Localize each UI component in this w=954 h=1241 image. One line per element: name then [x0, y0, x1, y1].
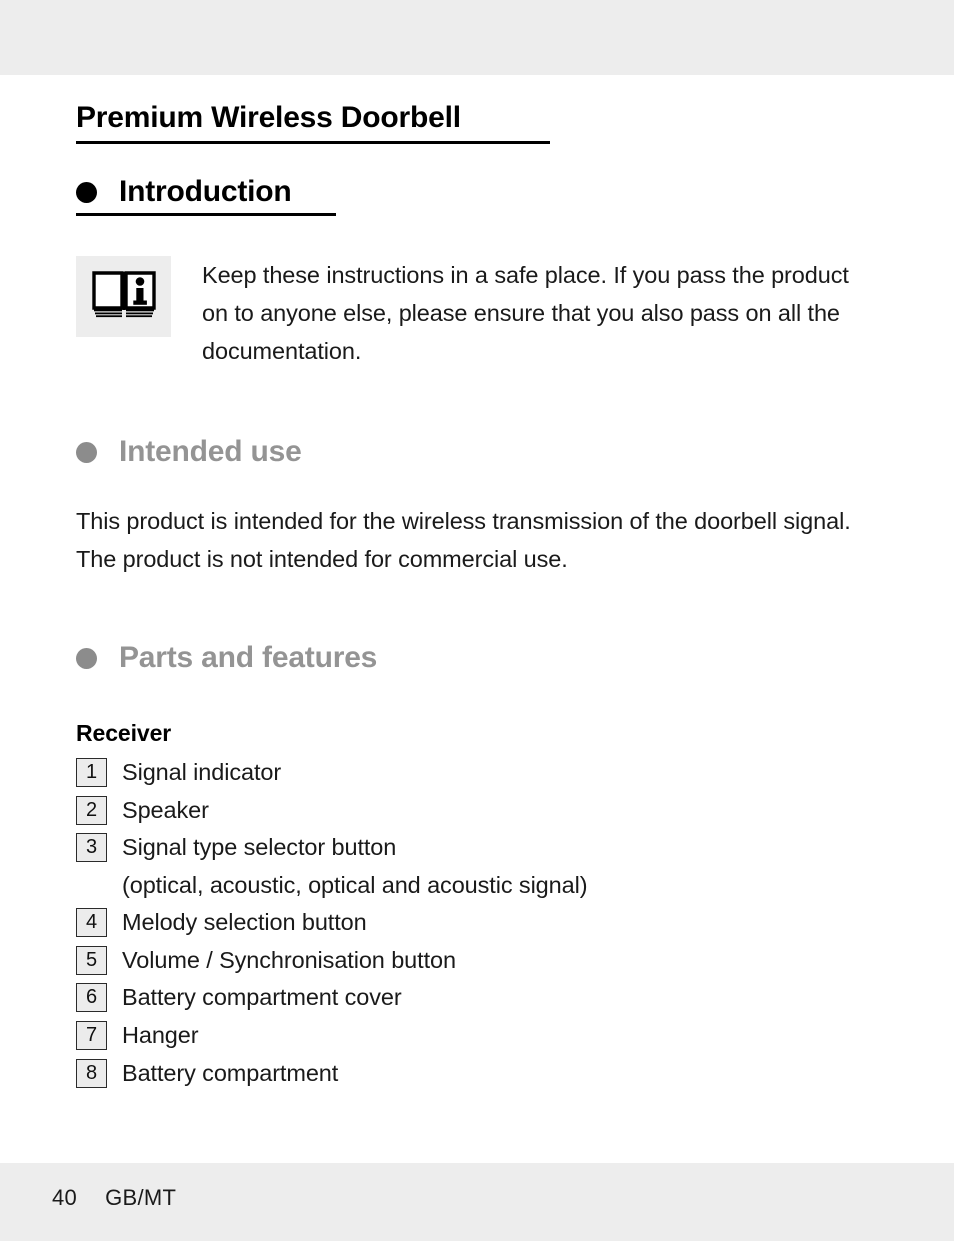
- list-item: 6 Battery compartment cover: [76, 979, 876, 1017]
- part-label: Signal type selector button: [122, 834, 397, 861]
- section-heading-intended-use: Intended use: [76, 434, 876, 470]
- page-title: Premium Wireless Doorbell: [76, 101, 461, 134]
- part-label: Signal indicator: [122, 758, 282, 785]
- intended-use-paragraph: This product is intended for the wireles…: [76, 507, 851, 572]
- part-label: Hanger: [122, 1022, 199, 1049]
- part-number-badge-empty: [76, 871, 107, 900]
- part-label: Battery compartment cover: [122, 984, 402, 1011]
- note-icon-container: [76, 255, 171, 337]
- part-number-badge: 6: [76, 983, 107, 1013]
- parts-list: 1 Signal indicator 2 Speaker 3 Signal ty…: [76, 754, 876, 1092]
- note-block: Keep these instructions in a safe place.…: [76, 255, 876, 370]
- page-top-band: [0, 0, 954, 75]
- list-item: 5 Volume / Synchronisation button: [76, 942, 876, 980]
- bullet-icon: [76, 442, 97, 464]
- page-footer: 40 GB/MT: [52, 1185, 176, 1211]
- list-item: 4 Melody selection button: [76, 904, 876, 942]
- list-item: 2 Speaker: [76, 792, 876, 830]
- page-content-area: Premium Wireless Doorbell Introduction K…: [0, 75, 954, 1163]
- list-item: 1 Signal indicator: [76, 754, 876, 792]
- introduction-underline-rule: [76, 212, 336, 216]
- part-number-badge: 4: [76, 908, 107, 938]
- part-label: Battery compartment: [122, 1059, 339, 1086]
- content-column: Premium Wireless Doorbell Introduction K…: [76, 75, 876, 1092]
- section-heading-parts-and-features: Parts and features: [76, 640, 876, 676]
- part-label: Speaker: [122, 796, 209, 823]
- part-label: Melody selection button: [122, 909, 367, 936]
- bullet-icon: [76, 648, 97, 670]
- part-number-badge: 3: [76, 833, 107, 863]
- footer-language-code: GB/MT: [105, 1185, 177, 1210]
- part-number-badge: 1: [76, 757, 107, 787]
- section-heading-introduction-label: Introduction: [119, 174, 292, 208]
- section-heading-parts-and-features-label: Parts and features: [119, 640, 378, 674]
- section-heading-introduction: Introduction: [76, 174, 876, 210]
- parts-subheading-receiver: Receiver: [76, 719, 172, 746]
- part-number-badge: 7: [76, 1021, 107, 1051]
- footer-page-number: 40: [52, 1185, 78, 1210]
- part-number-badge: 2: [76, 795, 107, 825]
- section-heading-intended-use-label: Intended use: [119, 434, 302, 468]
- list-item: 7 Hanger: [76, 1017, 876, 1055]
- bullet-icon: [76, 182, 97, 204]
- part-number-badge: 8: [76, 1058, 107, 1088]
- part-label: Volume / Synchronisation button: [122, 946, 456, 973]
- open-book-info-icon: [91, 269, 157, 324]
- part-label: (optical, acoustic, optical and acoustic…: [122, 871, 588, 898]
- list-item-continuation: (optical, acoustic, optical and acoustic…: [76, 867, 876, 905]
- title-underline-rule: [76, 140, 550, 144]
- list-item: 3 Signal type selector button: [76, 829, 876, 867]
- note-text: Keep these instructions in a safe place.…: [202, 261, 849, 364]
- list-item: 8 Battery compartment: [76, 1055, 876, 1093]
- part-number-badge: 5: [76, 945, 107, 975]
